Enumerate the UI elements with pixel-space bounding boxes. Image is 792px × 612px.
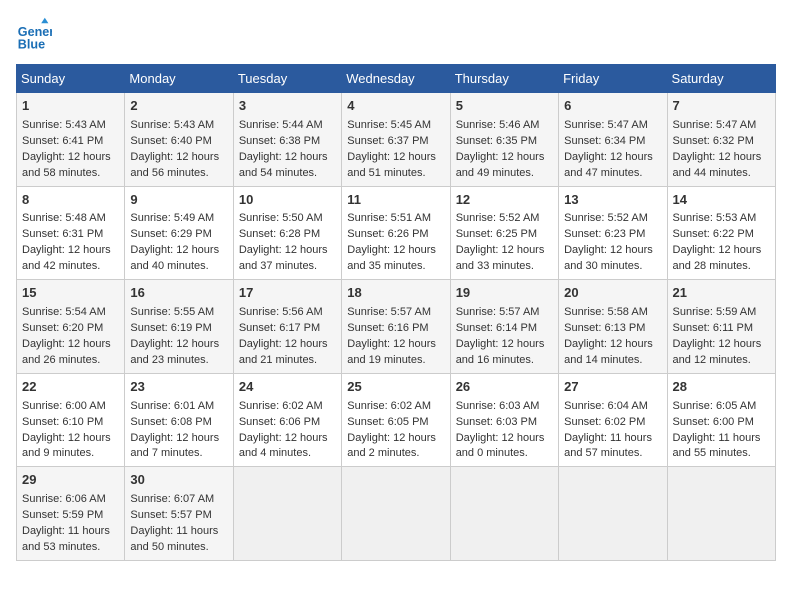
week-row-4: 22Sunrise: 6:00 AMSunset: 6:10 PMDayligh… — [17, 373, 776, 467]
day-number: 29 — [22, 471, 119, 490]
day-number: 8 — [22, 191, 119, 210]
day-number: 6 — [564, 97, 661, 116]
day-cell-16: 16Sunrise: 5:55 AMSunset: 6:19 PMDayligh… — [125, 280, 233, 374]
day-number: 10 — [239, 191, 336, 210]
day-cell-14: 14Sunrise: 5:53 AMSunset: 6:22 PMDayligh… — [667, 186, 775, 280]
day-cell-6: 6Sunrise: 5:47 AMSunset: 6:34 PMDaylight… — [559, 93, 667, 187]
day-cell-20: 20Sunrise: 5:58 AMSunset: 6:13 PMDayligh… — [559, 280, 667, 374]
week-row-2: 8Sunrise: 5:48 AMSunset: 6:31 PMDaylight… — [17, 186, 776, 280]
day-cell-1: 1Sunrise: 5:43 AMSunset: 6:41 PMDaylight… — [17, 93, 125, 187]
week-row-1: 1Sunrise: 5:43 AMSunset: 6:41 PMDaylight… — [17, 93, 776, 187]
day-cell-10: 10Sunrise: 5:50 AMSunset: 6:28 PMDayligh… — [233, 186, 341, 280]
day-cell-5: 5Sunrise: 5:46 AMSunset: 6:35 PMDaylight… — [450, 93, 558, 187]
day-cell-12: 12Sunrise: 5:52 AMSunset: 6:25 PMDayligh… — [450, 186, 558, 280]
day-cell-19: 19Sunrise: 5:57 AMSunset: 6:14 PMDayligh… — [450, 280, 558, 374]
column-header-wednesday: Wednesday — [342, 65, 450, 93]
empty-cell — [342, 467, 450, 561]
day-number: 21 — [673, 284, 770, 303]
day-number: 12 — [456, 191, 553, 210]
day-number: 30 — [130, 471, 227, 490]
svg-text:Blue: Blue — [18, 37, 45, 51]
day-number: 13 — [564, 191, 661, 210]
day-number: 9 — [130, 191, 227, 210]
day-cell-17: 17Sunrise: 5:56 AMSunset: 6:17 PMDayligh… — [233, 280, 341, 374]
day-cell-13: 13Sunrise: 5:52 AMSunset: 6:23 PMDayligh… — [559, 186, 667, 280]
day-number: 1 — [22, 97, 119, 116]
day-cell-23: 23Sunrise: 6:01 AMSunset: 6:08 PMDayligh… — [125, 373, 233, 467]
logo-icon: General Blue — [16, 16, 52, 52]
empty-cell — [667, 467, 775, 561]
empty-cell — [450, 467, 558, 561]
day-cell-27: 27Sunrise: 6:04 AMSunset: 6:02 PMDayligh… — [559, 373, 667, 467]
day-number: 11 — [347, 191, 444, 210]
day-number: 7 — [673, 97, 770, 116]
day-cell-30: 30Sunrise: 6:07 AMSunset: 5:57 PMDayligh… — [125, 467, 233, 561]
day-number: 3 — [239, 97, 336, 116]
day-number: 17 — [239, 284, 336, 303]
day-cell-28: 28Sunrise: 6:05 AMSunset: 6:00 PMDayligh… — [667, 373, 775, 467]
week-row-3: 15Sunrise: 5:54 AMSunset: 6:20 PMDayligh… — [17, 280, 776, 374]
day-cell-25: 25Sunrise: 6:02 AMSunset: 6:05 PMDayligh… — [342, 373, 450, 467]
day-number: 22 — [22, 378, 119, 397]
header-row: SundayMondayTuesdayWednesdayThursdayFrid… — [17, 65, 776, 93]
day-number: 27 — [564, 378, 661, 397]
day-cell-3: 3Sunrise: 5:44 AMSunset: 6:38 PMDaylight… — [233, 93, 341, 187]
day-cell-15: 15Sunrise: 5:54 AMSunset: 6:20 PMDayligh… — [17, 280, 125, 374]
day-number: 20 — [564, 284, 661, 303]
day-cell-24: 24Sunrise: 6:02 AMSunset: 6:06 PMDayligh… — [233, 373, 341, 467]
day-number: 4 — [347, 97, 444, 116]
column-header-saturday: Saturday — [667, 65, 775, 93]
calendar-table: SundayMondayTuesdayWednesdayThursdayFrid… — [16, 64, 776, 561]
day-cell-21: 21Sunrise: 5:59 AMSunset: 6:11 PMDayligh… — [667, 280, 775, 374]
day-cell-22: 22Sunrise: 6:00 AMSunset: 6:10 PMDayligh… — [17, 373, 125, 467]
empty-cell — [559, 467, 667, 561]
day-cell-29: 29Sunrise: 6:06 AMSunset: 5:59 PMDayligh… — [17, 467, 125, 561]
column-header-tuesday: Tuesday — [233, 65, 341, 93]
week-row-5: 29Sunrise: 6:06 AMSunset: 5:59 PMDayligh… — [17, 467, 776, 561]
page-header: General Blue — [16, 16, 776, 52]
day-number: 18 — [347, 284, 444, 303]
day-number: 15 — [22, 284, 119, 303]
day-number: 2 — [130, 97, 227, 116]
day-number: 26 — [456, 378, 553, 397]
column-header-thursday: Thursday — [450, 65, 558, 93]
day-cell-8: 8Sunrise: 5:48 AMSunset: 6:31 PMDaylight… — [17, 186, 125, 280]
column-header-friday: Friday — [559, 65, 667, 93]
day-number: 16 — [130, 284, 227, 303]
day-number: 5 — [456, 97, 553, 116]
empty-cell — [233, 467, 341, 561]
day-cell-2: 2Sunrise: 5:43 AMSunset: 6:40 PMDaylight… — [125, 93, 233, 187]
day-cell-26: 26Sunrise: 6:03 AMSunset: 6:03 PMDayligh… — [450, 373, 558, 467]
column-header-monday: Monday — [125, 65, 233, 93]
day-number: 28 — [673, 378, 770, 397]
day-cell-9: 9Sunrise: 5:49 AMSunset: 6:29 PMDaylight… — [125, 186, 233, 280]
logo: General Blue — [16, 16, 52, 52]
day-number: 14 — [673, 191, 770, 210]
column-header-sunday: Sunday — [17, 65, 125, 93]
day-cell-4: 4Sunrise: 5:45 AMSunset: 6:37 PMDaylight… — [342, 93, 450, 187]
day-cell-11: 11Sunrise: 5:51 AMSunset: 6:26 PMDayligh… — [342, 186, 450, 280]
day-cell-18: 18Sunrise: 5:57 AMSunset: 6:16 PMDayligh… — [342, 280, 450, 374]
day-cell-7: 7Sunrise: 5:47 AMSunset: 6:32 PMDaylight… — [667, 93, 775, 187]
day-number: 23 — [130, 378, 227, 397]
day-number: 19 — [456, 284, 553, 303]
day-number: 25 — [347, 378, 444, 397]
day-number: 24 — [239, 378, 336, 397]
